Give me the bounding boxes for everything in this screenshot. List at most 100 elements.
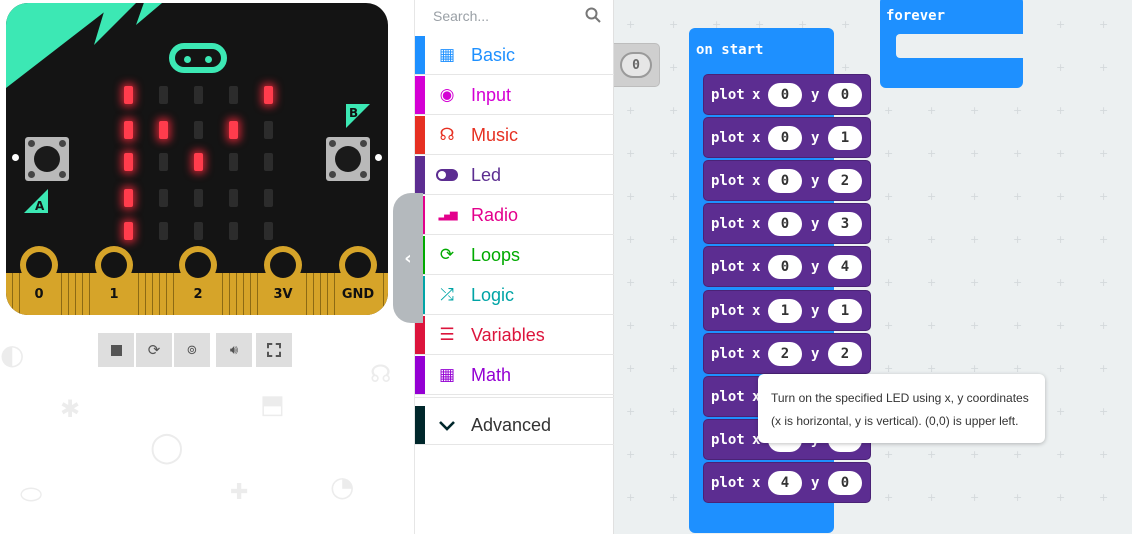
fullscreen-button[interactable] bbox=[256, 333, 292, 367]
grid-mark: + bbox=[669, 61, 679, 74]
mute-button[interactable]: 🔊︎ bbox=[216, 333, 252, 367]
search-icon[interactable] bbox=[585, 7, 601, 23]
grid-mark: + bbox=[1056, 405, 1066, 418]
search-bar bbox=[415, 0, 615, 32]
grid-mark: + bbox=[626, 190, 636, 203]
plot-keyword: plot bbox=[711, 302, 745, 319]
category-input[interactable]: ◉ Input bbox=[415, 76, 615, 115]
grid-mark: + bbox=[884, 319, 894, 332]
led bbox=[264, 86, 273, 104]
grid-mark: + bbox=[1013, 104, 1023, 117]
x-input[interactable]: 0 bbox=[768, 255, 802, 280]
led bbox=[229, 121, 238, 139]
y-input[interactable]: 4 bbox=[828, 255, 862, 280]
grid-mark: + bbox=[669, 405, 679, 418]
x-input[interactable]: 2 bbox=[768, 341, 802, 366]
pin-3v bbox=[264, 246, 302, 284]
grid-mark: + bbox=[669, 18, 679, 31]
grid-mark: + bbox=[1099, 491, 1109, 504]
doodle-icon: ⬒ bbox=[260, 390, 285, 420]
led bbox=[264, 189, 273, 207]
y-input[interactable]: 3 bbox=[828, 212, 862, 237]
stop-button[interactable] bbox=[98, 333, 134, 367]
plot-keyword: plot bbox=[711, 345, 745, 362]
category-label: Basic bbox=[471, 44, 516, 65]
collapse-simulator-button[interactable]: ‹ bbox=[393, 193, 423, 323]
y-label: y bbox=[811, 87, 820, 103]
y-input[interactable]: 1 bbox=[828, 298, 862, 323]
category-label: Advanced bbox=[471, 414, 552, 435]
stray-number-block[interactable]: 0 bbox=[614, 43, 660, 87]
grid-mark: + bbox=[884, 104, 894, 117]
category-color-bar bbox=[415, 116, 425, 154]
button-b[interactable] bbox=[326, 137, 370, 181]
search-input[interactable] bbox=[431, 4, 585, 28]
grid-mark: + bbox=[884, 147, 894, 160]
category-advanced[interactable]: Advanced bbox=[415, 406, 615, 445]
y-input[interactable]: 0 bbox=[828, 470, 862, 495]
grid-mark: + bbox=[1056, 448, 1066, 461]
category-variables[interactable]: ☰ Variables bbox=[415, 316, 615, 355]
grid-mark: + bbox=[927, 233, 937, 246]
pin-0[interactable] bbox=[20, 246, 58, 284]
button-a[interactable] bbox=[25, 137, 69, 181]
headphones-icon: ☊ bbox=[439, 125, 455, 145]
x-label: x bbox=[752, 474, 761, 491]
led bbox=[194, 153, 203, 171]
category-led[interactable]: Led bbox=[415, 156, 615, 195]
restart-button[interactable]: ⟳ bbox=[136, 333, 172, 367]
x-label: x bbox=[752, 345, 761, 362]
grid-mark: + bbox=[970, 190, 980, 203]
microbit-logo bbox=[169, 43, 227, 73]
block-workspace[interactable]: + + + + + + + + + + + + + + + + + + + + + + + + + + + + + + + + + + + + + + + +… bbox=[614, 0, 1132, 534]
grid-mark: + bbox=[669, 147, 679, 160]
y-label: y bbox=[811, 259, 820, 276]
led bbox=[124, 222, 133, 240]
grid-mark: + bbox=[1056, 190, 1066, 203]
number-input[interactable]: 0 bbox=[620, 52, 652, 78]
grid-mark: + bbox=[970, 491, 980, 504]
plot-block[interactable]: plot x 0 y 3 bbox=[703, 203, 871, 245]
category-basic[interactable]: ▦ Basic bbox=[415, 36, 615, 75]
x-label: x bbox=[752, 302, 761, 319]
tooltip-line: (x is horizontal, y is vertical). (0,0) … bbox=[771, 414, 1019, 428]
y-input[interactable]: 2 bbox=[828, 341, 862, 366]
x-input[interactable]: 0 bbox=[768, 126, 802, 151]
x-input[interactable]: 0 bbox=[768, 212, 802, 237]
y-input[interactable]: 0 bbox=[828, 83, 862, 107]
x-input[interactable]: 4 bbox=[768, 470, 802, 495]
plot-block[interactable]: plot x 1 y 1 bbox=[703, 289, 871, 331]
plot-block[interactable]: plot x 2 y 2 bbox=[703, 332, 871, 374]
plot-block[interactable]: plot x 0 y 0 bbox=[703, 74, 871, 115]
grid-mark: + bbox=[1099, 147, 1109, 160]
pin-1[interactable] bbox=[95, 246, 133, 284]
y-input[interactable]: 2 bbox=[828, 169, 862, 194]
category-math[interactable]: ▦ Math bbox=[415, 356, 615, 395]
grid-mark: + bbox=[1013, 190, 1023, 203]
plot-block[interactable]: plot x 0 y 2 bbox=[703, 160, 871, 202]
led bbox=[229, 222, 238, 240]
category-music[interactable]: ☊ Music bbox=[415, 116, 615, 155]
pin-label: 3V bbox=[273, 287, 293, 302]
plot-keyword: plot bbox=[711, 216, 745, 233]
slow-motion-button[interactable]: ⊚ bbox=[174, 333, 210, 367]
x-input[interactable]: 1 bbox=[768, 298, 802, 323]
pin-label: 2 bbox=[193, 287, 203, 302]
signal-icon: ▂▄▆ bbox=[438, 209, 457, 221]
plot-block[interactable]: plot x 0 y 1 bbox=[703, 117, 871, 159]
plot-block[interactable]: plot x 4 y 0 bbox=[703, 461, 871, 503]
grid-mark: + bbox=[970, 104, 980, 117]
y-input[interactable]: 1 bbox=[828, 126, 862, 151]
category-loops[interactable]: ⟳ Loops bbox=[415, 236, 615, 275]
category-radio[interactable]: ▂▄▆ Radio bbox=[415, 196, 615, 235]
plot-block[interactable]: plot x 0 y 4 bbox=[703, 246, 871, 288]
edge-dot bbox=[375, 154, 382, 161]
x-input[interactable]: 0 bbox=[768, 169, 802, 194]
x-input[interactable]: 0 bbox=[768, 83, 802, 107]
category-logic[interactable]: ⤮ Logic bbox=[415, 276, 615, 315]
grid-mark: + bbox=[669, 319, 679, 332]
grid-mark: + bbox=[626, 276, 636, 289]
pin-label: 0 bbox=[34, 287, 44, 302]
pin-2[interactable] bbox=[179, 246, 217, 284]
forever-block[interactable]: forever bbox=[880, 0, 1023, 88]
